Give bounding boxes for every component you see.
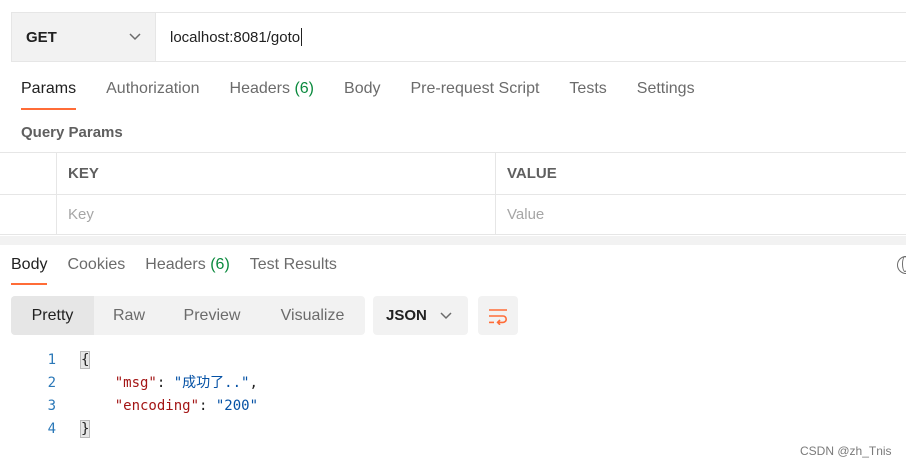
tab-authorization[interactable]: Authorization: [106, 80, 199, 98]
format-label: JSON: [386, 307, 427, 324]
code-line: 2 "msg": "成功了..",: [0, 372, 906, 395]
view-pretty-button[interactable]: Pretty: [11, 296, 94, 335]
view-preview-button[interactable]: Preview: [164, 296, 260, 335]
value-column-header: VALUE: [507, 165, 557, 182]
code-line: 1 {: [0, 349, 906, 372]
response-tab-test-results[interactable]: Test Results: [250, 256, 337, 274]
key-input[interactable]: Key: [57, 194, 496, 235]
view-mode-group: Pretty Raw Preview Visualize: [11, 296, 365, 335]
chevron-down-icon: [440, 311, 452, 319]
response-tab-cookies[interactable]: Cookies: [67, 256, 125, 274]
tab-pre-request-script[interactable]: Pre-request Script: [410, 80, 539, 98]
query-params-title: Query Params: [21, 124, 123, 141]
json-comma: ,: [249, 375, 258, 391]
response-body-editor[interactable]: 1 { 2 "msg": "成功了..", 3 "encoding": "200…: [0, 349, 906, 441]
line-number: 3: [47, 398, 56, 414]
json-key: "msg": [114, 375, 157, 391]
tab-body[interactable]: Body: [344, 80, 380, 98]
wrap-lines-button[interactable]: [478, 296, 518, 335]
tab-params[interactable]: Params: [21, 80, 77, 110]
format-select[interactable]: JSON: [373, 296, 468, 335]
line-number: 4: [47, 421, 56, 437]
headers-count: (6): [294, 80, 315, 97]
request-bar: GET localhost:8081/goto: [11, 12, 906, 62]
line-number: 2: [47, 375, 56, 391]
value-input[interactable]: Value: [496, 194, 906, 235]
method-label: GET: [26, 28, 57, 46]
method-select[interactable]: GET: [12, 13, 156, 61]
json-separator: :: [156, 375, 174, 391]
view-raw-button[interactable]: Raw: [94, 296, 164, 335]
url-text: localhost:8081/goto: [170, 28, 301, 46]
close-brace: }: [79, 420, 91, 438]
json-key: "encoding": [114, 398, 200, 414]
tab-tests[interactable]: Tests: [569, 80, 606, 98]
wrap-lines-icon: [489, 308, 507, 325]
checkbox-column-header: [0, 153, 57, 194]
json-separator: :: [199, 398, 216, 414]
globe-icon[interactable]: [897, 256, 906, 274]
row-checkbox-cell: [0, 194, 57, 235]
code-line: 3 "encoding": "200": [0, 395, 906, 418]
key-column-header: KEY: [57, 153, 496, 194]
watermark: CSDN @zh_Tnis: [800, 444, 892, 458]
response-tabs: Body Cookies Headers (6) Test Results: [11, 256, 357, 285]
json-value: "成功了..": [173, 375, 250, 391]
text-caret: [301, 28, 303, 46]
request-tabs: Params Authorization Headers (6) Body Pr…: [21, 80, 725, 110]
view-visualize-button[interactable]: Visualize: [260, 296, 365, 335]
line-number: 1: [47, 352, 56, 368]
table-header-row: KEY VALUE: [0, 153, 906, 195]
json-value: "200": [215, 398, 259, 414]
pane-divider[interactable]: [0, 236, 906, 245]
response-tab-body[interactable]: Body: [11, 256, 48, 285]
tab-settings[interactable]: Settings: [637, 80, 695, 98]
table-row: Key Value: [0, 194, 906, 235]
code-line: 4 }: [0, 418, 906, 441]
url-input[interactable]: localhost:8081/goto: [156, 13, 906, 61]
chevron-down-icon: [129, 33, 141, 41]
response-tab-headers[interactable]: Headers (6): [145, 256, 230, 274]
response-headers-count: (6): [210, 256, 230, 273]
tab-headers[interactable]: Headers (6): [230, 80, 315, 98]
params-table: KEY VALUE Key Value: [0, 152, 906, 235]
open-brace: {: [79, 351, 91, 369]
